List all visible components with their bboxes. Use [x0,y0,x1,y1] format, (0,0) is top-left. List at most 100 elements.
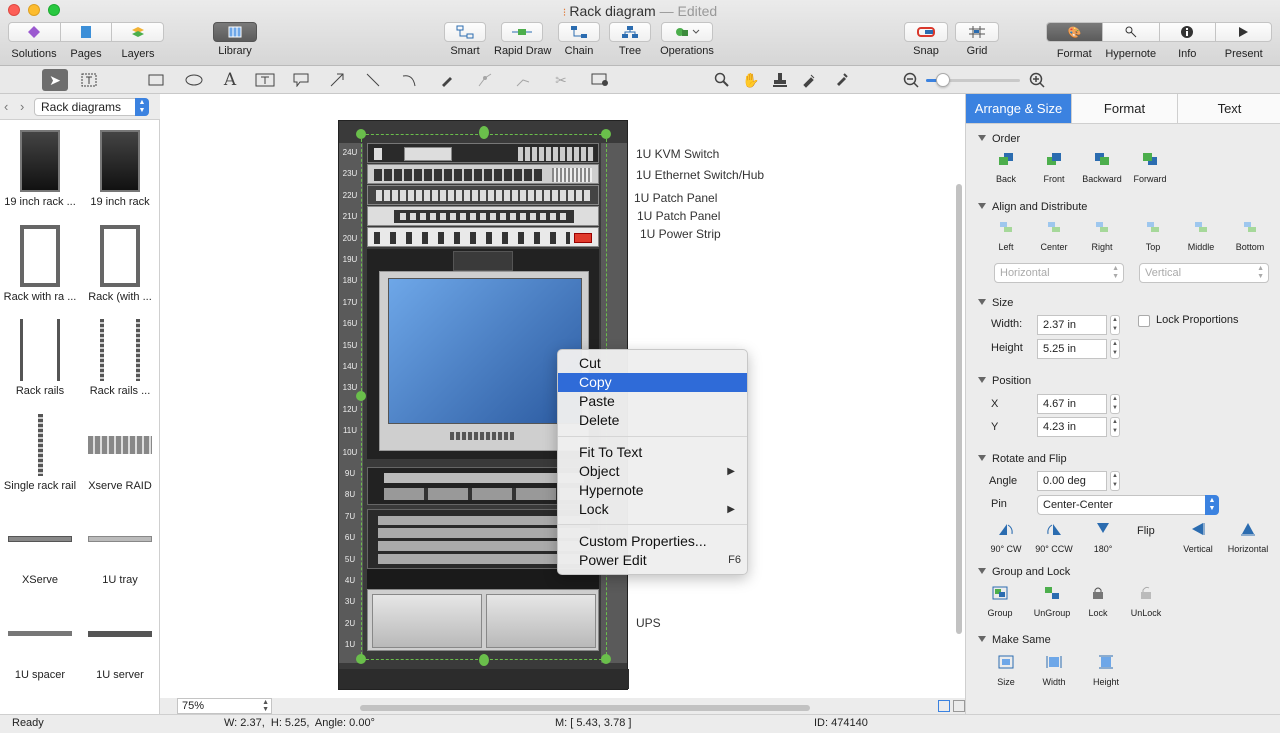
label-power-strip[interactable]: 1U Power Strip [640,227,721,241]
library-item[interactable]: 1U spacer [2,597,78,687]
selection-handle-bl[interactable] [356,654,366,664]
section-size[interactable]: Size [978,297,1013,309]
selection-handle-br[interactable] [601,654,611,664]
selection-handle-ml[interactable] [356,391,366,401]
zoom-select[interactable]: 75% ▲ ▼ [177,698,272,714]
library-item[interactable]: 19 inch rack [82,124,158,214]
tab-format[interactable]: Format [1071,94,1177,124]
section-order[interactable]: Order [978,133,1020,145]
bezier-tool-icon[interactable] [472,69,498,91]
flip-horizontal-button[interactable]: Horizontal [1224,522,1272,554]
info-label[interactable]: Info [1159,48,1216,60]
x-field[interactable]: 4.67 in [1037,394,1107,414]
menu-item-custom-properties[interactable]: Custom Properties... [558,532,747,551]
format-icon[interactable]: 🎨 [1047,23,1103,41]
library-item[interactable]: XServe [2,502,78,592]
distribute-vertical-select[interactable]: Vertical ▲ ▼ [1139,263,1269,283]
forward-arrow-icon[interactable]: › [20,99,24,114]
library-item[interactable]: 1U tray [82,502,158,592]
stamp-tool-icon[interactable] [767,69,793,91]
library-item[interactable]: Rack rails [2,313,78,403]
back-arrow-icon[interactable]: ‹ [4,99,8,114]
hypernote-icon[interactable] [1102,23,1158,41]
select-tool-icon[interactable]: ➤ [42,69,68,91]
library-item[interactable]: Rack with ra ... [2,219,78,309]
x-stepper[interactable]: ▲ ▼ [1110,394,1120,414]
library-button[interactable]: Library [210,22,260,62]
same-height-button[interactable]: Height [1082,655,1130,687]
zoom-out-icon[interactable] [898,69,924,91]
section-rotate[interactable]: Rotate and Flip [978,453,1067,465]
rotation-handle[interactable] [479,126,489,139]
section-make-same[interactable]: Make Same [978,634,1051,646]
layers-button-label[interactable]: Layers [112,48,164,60]
solutions-button-label[interactable]: Solutions [8,48,60,60]
tree-button[interactable]: Tree [609,22,651,62]
line-tool-icon[interactable] [360,69,386,91]
tab-arrange-size[interactable]: Arrange & Size [966,94,1071,124]
align-right-button[interactable]: Right [1078,220,1126,252]
solutions-icon[interactable] [9,23,61,41]
label-ups[interactable]: UPS [636,616,661,630]
text-tool-icon[interactable]: A [217,69,243,91]
layers-icon[interactable] [112,23,163,41]
library-item[interactable]: Single rack rail [2,408,78,498]
label-kvm-switch[interactable]: 1U KVM Switch [636,147,719,161]
menu-item-power-edit[interactable]: Power Edit F6 [558,551,747,570]
section-align[interactable]: Align and Distribute [978,201,1087,213]
pages-icon[interactable] [61,23,113,41]
section-position[interactable]: Position [978,375,1031,387]
library-item[interactable]: Rack rails ... [82,313,158,403]
align-left-button[interactable]: Left [982,220,1030,252]
height-field[interactable]: 5.25 in [1037,339,1107,359]
zoom-in-icon[interactable] [1024,69,1050,91]
menu-item-fit-to-text[interactable]: Fit To Text [558,443,747,462]
menu-item-hypernote[interactable]: Hypernote [558,481,747,500]
distribute-horizontal-select[interactable]: Horizontal ▲ ▼ [994,263,1124,283]
info-icon[interactable] [1158,23,1215,41]
ellipse-tool-icon[interactable] [181,69,207,91]
menu-item-lock[interactable]: Lock ▶ [558,500,747,519]
width-stepper[interactable]: ▲ ▼ [1110,315,1120,335]
angle-field[interactable]: 0.00 deg [1037,471,1107,491]
chain-button[interactable]: Chain [558,22,600,62]
library-item[interactable]: Xserve RAID [82,408,158,498]
format-label[interactable]: Format [1046,48,1103,60]
arrow-tool-icon[interactable] [324,69,350,91]
width-field[interactable]: 2.37 in [1037,315,1107,335]
pen-tool-icon[interactable] [434,69,460,91]
insert-shape-tool-icon[interactable] [587,69,613,91]
format-painter-tool-icon[interactable] [828,69,854,91]
horizontal-scrollbar[interactable] [360,705,810,711]
present-icon[interactable] [1214,23,1271,41]
polyline-tool-icon[interactable] [510,69,536,91]
group-button[interactable]: Group [976,586,1024,618]
text-box-tool-icon[interactable] [252,69,278,91]
same-width-button[interactable]: Width [1030,655,1078,687]
smart-button[interactable]: Smart [442,22,488,62]
library-item[interactable]: Rack (with ... [82,219,158,309]
arc-tool-icon[interactable] [396,69,422,91]
hand-tool-icon[interactable]: ✋ [738,69,764,91]
angle-stepper[interactable]: ▲ ▼ [1110,471,1120,491]
y-field[interactable]: 4.23 in [1037,417,1107,437]
order-backward-button[interactable]: Backward [1078,152,1126,184]
text-select-tool-icon[interactable] [76,69,102,91]
library-item[interactable]: 1U server [82,597,158,687]
selection-handle-tl[interactable] [356,129,366,139]
lock-button[interactable]: Lock [1074,586,1122,618]
grid-button[interactable]: Grid [954,22,1000,62]
rapid-draw-button[interactable]: Rapid Draw [494,22,551,62]
vertical-scrollbar[interactable] [956,184,962,634]
label-patch-panel-2[interactable]: 1U Patch Panel [637,209,720,223]
menu-item-object[interactable]: Object ▶ [558,462,747,481]
same-size-button[interactable]: Size [982,655,1030,687]
callout-tool-icon[interactable] [288,69,314,91]
flip-vertical-button[interactable]: Vertical [1174,522,1222,554]
hypernote-label[interactable]: Hypernote [1103,48,1160,60]
operations-button[interactable]: Operations [660,22,714,62]
eyedropper-tool-icon[interactable] [796,69,822,91]
fit-page-icon[interactable] [938,700,950,712]
section-group[interactable]: Group and Lock [978,566,1070,578]
present-label[interactable]: Present [1216,48,1273,60]
